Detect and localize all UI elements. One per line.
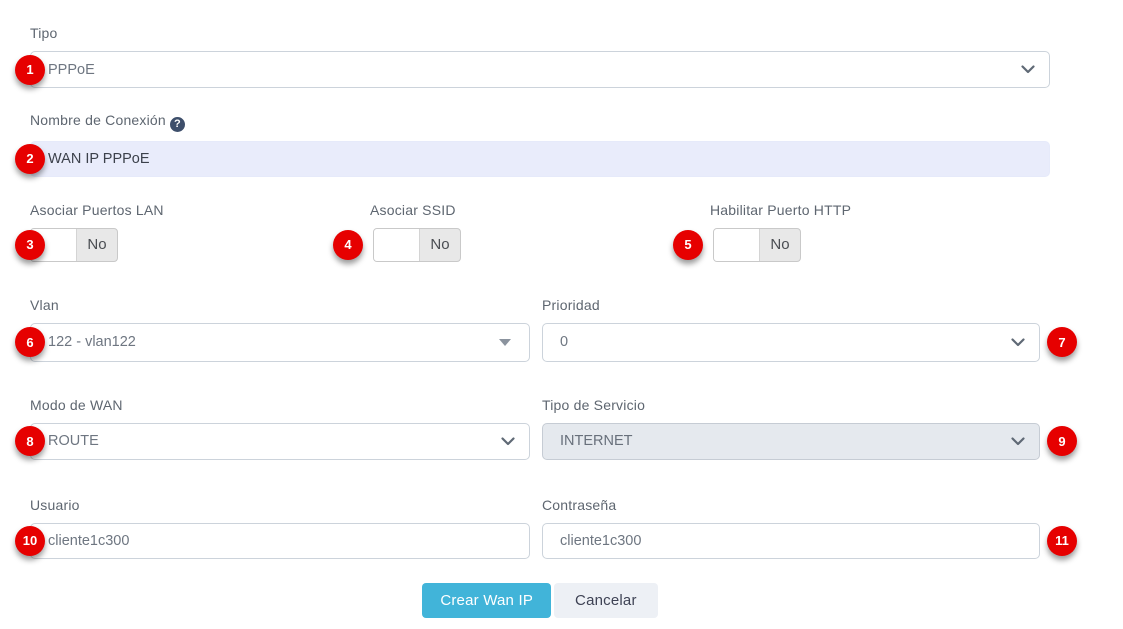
nombre-conexion-label: Nombre de Conexión? (30, 111, 1050, 132)
toggles-row: Asociar Puertos LAN No 3 Asociar SSID No… (30, 201, 1050, 262)
annotation-badge-3: 3 (15, 230, 45, 260)
vlan-select[interactable]: 122 - vlan122 (30, 323, 530, 362)
tipo-servicio-select-value: INTERNET (560, 433, 633, 449)
form-actions: Crear Wan IP Cancelar (30, 583, 1050, 618)
field-contrasena: Contraseña 11 (542, 496, 1040, 559)
field-prioridad: Prioridad 0 7 (542, 296, 1040, 362)
chevron-down-icon (1011, 338, 1025, 347)
annotation-badge-10: 10 (15, 526, 45, 556)
modo-wan-select-value: ROUTE (48, 433, 99, 449)
nombre-conexion-label-text: Nombre de Conexión (30, 112, 166, 128)
field-modo-wan: Modo de WAN ROUTE 8 (30, 396, 530, 460)
annotation-badge-9: 9 (1047, 426, 1077, 456)
habilitar-http-toggle[interactable]: No (713, 228, 801, 262)
tipo-select-value: PPPoE (48, 62, 95, 78)
field-usuario: Usuario 10 (30, 496, 530, 559)
contrasena-input[interactable] (542, 523, 1040, 559)
toggle-knob (714, 229, 760, 261)
asociar-ssid-toggle[interactable]: No (373, 228, 461, 262)
asociar-lan-label: Asociar Puertos LAN (30, 201, 370, 219)
habilitar-http-label: Habilitar Puerto HTTP (710, 201, 1050, 219)
vlan-prioridad-row: Vlan 122 - vlan122 6 Prioridad 0 7 (30, 296, 1080, 362)
prioridad-label: Prioridad (542, 296, 1040, 314)
annotation-badge-8: 8 (15, 426, 45, 456)
field-tipo-servicio: Tipo de Servicio INTERNET 9 (542, 396, 1040, 460)
asociar-lan-toggle-value: No (77, 229, 117, 261)
modo-wan-label: Modo de WAN (30, 396, 530, 414)
field-tipo: Tipo PPPoE 1 (30, 24, 1050, 88)
usuario-label: Usuario (30, 496, 530, 514)
field-asociar-ssid: Asociar SSID No 4 (370, 201, 710, 262)
chevron-down-icon (501, 437, 515, 446)
prioridad-select[interactable]: 0 (542, 323, 1040, 362)
annotation-badge-1: 1 (15, 55, 45, 85)
modo-wan-select[interactable]: ROUTE (30, 423, 530, 460)
cancelar-button[interactable]: Cancelar (554, 583, 658, 618)
habilitar-http-toggle-value: No (760, 229, 800, 261)
vlan-label: Vlan (30, 296, 530, 314)
asociar-ssid-toggle-value: No (420, 229, 460, 261)
usuario-input[interactable] (30, 523, 530, 559)
tipo-label: Tipo (30, 24, 1050, 42)
field-asociar-lan: Asociar Puertos LAN No 3 (30, 201, 370, 262)
chevron-down-icon (1011, 437, 1025, 446)
nombre-conexion-input[interactable] (30, 141, 1050, 177)
annotation-badge-2: 2 (15, 144, 45, 174)
tipo-servicio-select: INTERNET (542, 423, 1040, 460)
annotation-badge-4: 4 (333, 230, 363, 260)
modo-servicio-row: Modo de WAN ROUTE 8 Tipo de Servicio INT… (30, 396, 1080, 460)
field-habilitar-http: Habilitar Puerto HTTP No 5 (710, 201, 1050, 262)
prioridad-select-value: 0 (560, 334, 568, 350)
annotation-badge-6: 6 (15, 327, 45, 357)
toggle-knob (374, 229, 420, 261)
help-icon[interactable]: ? (170, 117, 185, 132)
vlan-select-value: 122 - vlan122 (48, 334, 136, 350)
chevron-down-icon (1021, 65, 1035, 74)
field-vlan: Vlan 122 - vlan122 6 (30, 296, 530, 362)
wan-pppoe-form: Tipo PPPoE 1 Nombre de Conexión? 2 Asoci… (0, 0, 1080, 618)
tipo-select[interactable]: PPPoE (30, 51, 1050, 88)
tipo-servicio-label: Tipo de Servicio (542, 396, 1040, 414)
contrasena-label: Contraseña (542, 496, 1040, 514)
credenciales-row: Usuario 10 Contraseña 11 (30, 496, 1080, 559)
dropdown-arrow-icon (499, 339, 511, 346)
asociar-ssid-label: Asociar SSID (370, 201, 710, 219)
crear-wan-ip-button[interactable]: Crear Wan IP (422, 583, 551, 618)
annotation-badge-7: 7 (1047, 327, 1077, 357)
annotation-badge-11: 11 (1047, 526, 1077, 556)
annotation-badge-5: 5 (673, 230, 703, 260)
field-nombre-conexion: Nombre de Conexión? 2 (30, 111, 1050, 177)
